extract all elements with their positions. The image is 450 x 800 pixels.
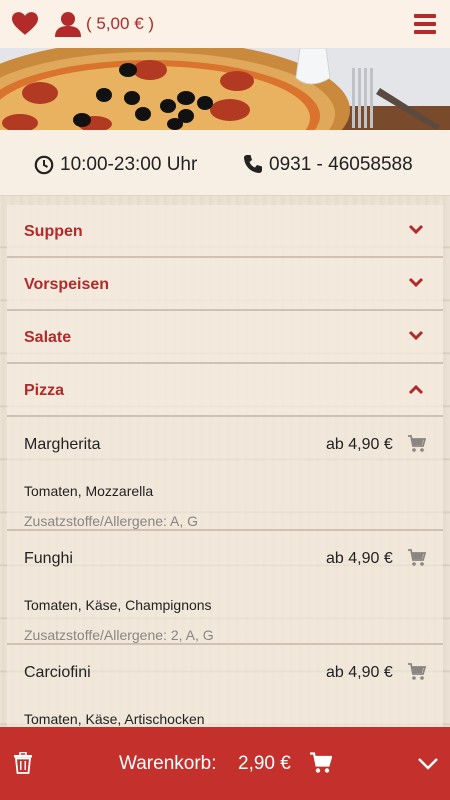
menu-panel: Suppen Vorspeisen Salate Pizza Margherit… <box>7 205 443 727</box>
cart-icon[interactable] <box>310 752 332 774</box>
category-vorspeisen[interactable]: Vorspeisen <box>7 258 443 311</box>
item-description: Tomaten, Mozzarella <box>24 483 154 499</box>
category-pizza[interactable]: Pizza <box>7 364 443 417</box>
menu-item[interactable]: Margherita ab 4,90 € Tomaten, Mozzarella… <box>7 417 443 531</box>
user-icon[interactable] <box>55 11 81 37</box>
chevron-up-icon <box>408 384 424 395</box>
top-bar: ( 5,00 € ) <box>0 0 450 48</box>
chevron-down-icon[interactable] <box>417 757 439 771</box>
item-description: Tomaten, Käse, Artischocken <box>24 711 205 727</box>
clock-icon <box>34 155 54 175</box>
item-allergens: Zusatzstoffe/Allergene: 2, A, G <box>24 627 214 643</box>
add-to-cart-icon[interactable] <box>408 663 426 681</box>
item-name: Funghi <box>24 550 73 567</box>
pizza-photo <box>0 48 450 130</box>
add-to-cart-icon[interactable] <box>408 435 426 453</box>
cart-bar[interactable] <box>0 727 450 800</box>
chevron-down-icon <box>408 224 424 235</box>
add-to-cart-icon[interactable] <box>408 549 426 567</box>
phone-icon <box>244 155 262 173</box>
cart-total: 2,90 € <box>238 753 291 774</box>
item-price: ab 4,90 € <box>326 436 393 453</box>
trash-icon[interactable] <box>13 752 33 774</box>
phone-number[interactable]: 0931 - 46058588 <box>269 154 413 176</box>
item-description: Tomaten, Käse, Champignons <box>24 597 212 613</box>
category-salate[interactable]: Salate <box>7 311 443 364</box>
category-label: Salate <box>24 329 72 346</box>
item-name: Margherita <box>24 436 101 453</box>
category-label: Vorspeisen <box>24 276 110 293</box>
menu-item[interactable]: Funghi ab 4,90 € Tomaten, Käse, Champign… <box>7 531 443 645</box>
category-suppen[interactable]: Suppen <box>7 205 443 258</box>
menu-icon[interactable] <box>414 14 436 36</box>
item-name: Carciofini <box>24 664 91 681</box>
category-label: Suppen <box>24 223 83 240</box>
menu-item[interactable]: Carciofini ab 4,90 € Tomaten, Käse, Arti… <box>7 645 443 727</box>
hero-image <box>0 48 450 130</box>
category-label: Pizza <box>24 382 65 399</box>
item-price: ab 4,90 € <box>326 550 393 567</box>
chevron-down-icon <box>408 277 424 288</box>
opening-hours: 10:00-23:00 Uhr <box>60 154 198 175</box>
account-balance[interactable]: ( 5,00 € ) <box>86 14 154 34</box>
heart-icon[interactable] <box>12 12 38 36</box>
item-allergens: Zusatzstoffe/Allergene: A, G <box>24 513 199 529</box>
chevron-down-icon <box>408 330 424 341</box>
cart-label: Warenkorb: <box>119 753 217 774</box>
item-price: ab 4,90 € <box>326 664 393 681</box>
